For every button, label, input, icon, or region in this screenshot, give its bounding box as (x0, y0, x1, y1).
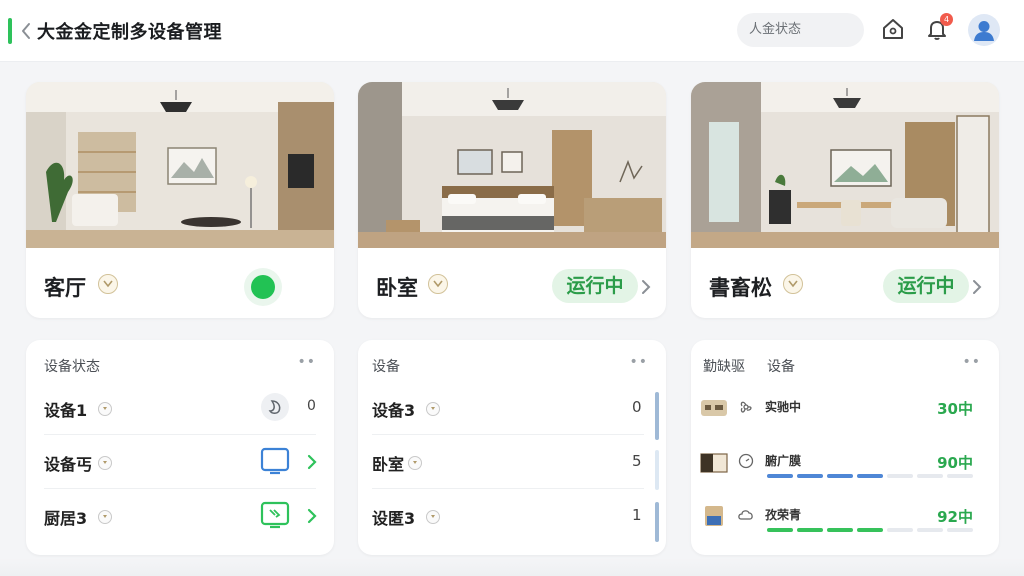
bedroom-image (358, 82, 666, 248)
status-indicator (244, 268, 282, 306)
chevron-right-icon[interactable] (306, 452, 318, 472)
device-label: 设匿3 (372, 509, 416, 528)
room-card-bedroom[interactable]: 卧室 运行中 (358, 82, 666, 318)
notification-badge: 4 (940, 13, 953, 26)
panel-title: 设备 (767, 359, 795, 375)
page-title: 大金金定制多设备管理 (37, 22, 222, 43)
list-item[interactable]: 厨居3 (26, 489, 334, 543)
gauge-icon[interactable] (737, 452, 755, 470)
progress-bar (767, 474, 975, 478)
progress-segment (887, 528, 913, 532)
device-progress-panel: 勤缺驱 设备 •• 实驰中 30中 腑广膜 90中 孜荣青 92中 (691, 340, 999, 555)
list-item[interactable]: 设匿3 1 (358, 489, 666, 543)
moon-icon[interactable] (260, 392, 290, 422)
status-dot-icon (251, 275, 275, 299)
back-chevron-icon[interactable] (18, 20, 34, 42)
progress-segment (857, 474, 883, 478)
room-dropdown-icon[interactable] (428, 274, 448, 294)
list-item[interactable]: 设备丐 (26, 435, 334, 489)
progress-segment (767, 474, 793, 478)
device-status-panel: 设备状态 •• 设备1 0 设备丐 厨居3 (26, 340, 334, 555)
dropdown-icon[interactable] (426, 510, 440, 524)
device-list-panel: 设备 •• 设备3 0 卧室 5 设匿3 1 (358, 340, 666, 555)
device-value: 90中 (937, 454, 973, 472)
room-card-living[interactable]: 客厅 (26, 82, 334, 318)
dropdown-icon[interactable] (98, 456, 112, 470)
device-value: 0 (307, 398, 316, 414)
living-room-image (26, 82, 334, 248)
dropdown-icon[interactable] (98, 510, 112, 524)
top-bar: 大金金定制多设备管理 人金状态 4 (0, 0, 1024, 62)
running-status-badge: 运行中 (552, 269, 638, 303)
device-label: 设备3 (372, 401, 416, 420)
study-room-image (691, 82, 999, 248)
list-item[interactable]: 设备3 0 (358, 381, 666, 435)
bottom-edge (0, 558, 1024, 576)
list-item[interactable]: 腑广膜 90中 (691, 440, 999, 494)
chevron-right-icon[interactable] (640, 278, 652, 296)
device-value: 30中 (937, 400, 973, 418)
fan-icon[interactable] (737, 398, 755, 416)
list-item[interactable]: 卧室 5 (358, 435, 666, 489)
chevron-right-icon[interactable] (971, 278, 983, 296)
avatar[interactable] (968, 14, 1000, 46)
progress-segment (857, 528, 883, 532)
progress-segment (797, 528, 823, 532)
user-icon (974, 21, 994, 41)
dropdown-icon[interactable] (408, 456, 422, 470)
home-icon[interactable] (880, 16, 906, 42)
scrollbar[interactable] (655, 392, 659, 440)
device-value: 1 (632, 506, 642, 524)
device-value: 5 (632, 452, 642, 470)
progress-segment (917, 528, 943, 532)
accent-bar (8, 18, 12, 44)
progress-segment (887, 474, 913, 478)
dropdown-icon[interactable] (426, 402, 440, 416)
more-icon[interactable]: •• (962, 354, 981, 370)
room-name: 卧室 (376, 276, 418, 300)
list-item[interactable]: 实驰中 30中 (691, 386, 999, 440)
progress-segment (947, 474, 973, 478)
progress-segment (917, 474, 943, 478)
device-thumbnail (701, 400, 727, 416)
device-thumbnail (700, 453, 728, 473)
room-name: 客厅 (44, 276, 86, 300)
more-icon[interactable]: •• (297, 354, 316, 370)
progress-bar (767, 528, 975, 532)
room-card-study[interactable]: 書畜松 运行中 (691, 82, 999, 318)
search-input[interactable]: 人金状态 (737, 13, 864, 47)
display-refresh-icon[interactable] (260, 500, 290, 530)
device-thumbnail (705, 506, 723, 526)
chevron-right-icon[interactable] (306, 506, 318, 526)
room-name: 書畜松 (709, 276, 772, 300)
list-item[interactable]: 设备1 0 (26, 381, 334, 435)
device-label: 厨居3 (44, 509, 88, 528)
panel-title: 设备状态 (44, 359, 100, 375)
cloud-icon[interactable] (737, 506, 755, 524)
scrollbar[interactable] (655, 502, 659, 542)
more-icon[interactable]: •• (629, 354, 648, 370)
device-value: 92中 (937, 508, 973, 526)
progress-segment (797, 474, 823, 478)
device-label: 腑广膜 (765, 454, 802, 468)
device-label: 设备丐 (44, 455, 93, 474)
dropdown-icon[interactable] (98, 402, 112, 416)
progress-segment (767, 528, 793, 532)
list-item[interactable]: 孜荣青 92中 (691, 494, 999, 548)
panel-title-prefix: 勤缺驱 (703, 359, 745, 375)
screen-icon[interactable] (260, 446, 290, 476)
progress-segment (827, 474, 853, 478)
panel-title: 设备 (372, 359, 400, 375)
progress-segment (827, 528, 853, 532)
progress-segment (947, 528, 973, 532)
device-label: 孜荣青 (765, 508, 802, 522)
running-status-badge: 运行中 (883, 269, 969, 303)
device-value: 0 (632, 398, 642, 416)
device-label: 设备1 (44, 401, 88, 420)
device-label: 实驰中 (765, 400, 802, 414)
room-dropdown-icon[interactable] (98, 274, 118, 294)
scrollbar-track (655, 450, 659, 490)
room-dropdown-icon[interactable] (783, 274, 803, 294)
device-label: 卧室 (372, 455, 405, 474)
